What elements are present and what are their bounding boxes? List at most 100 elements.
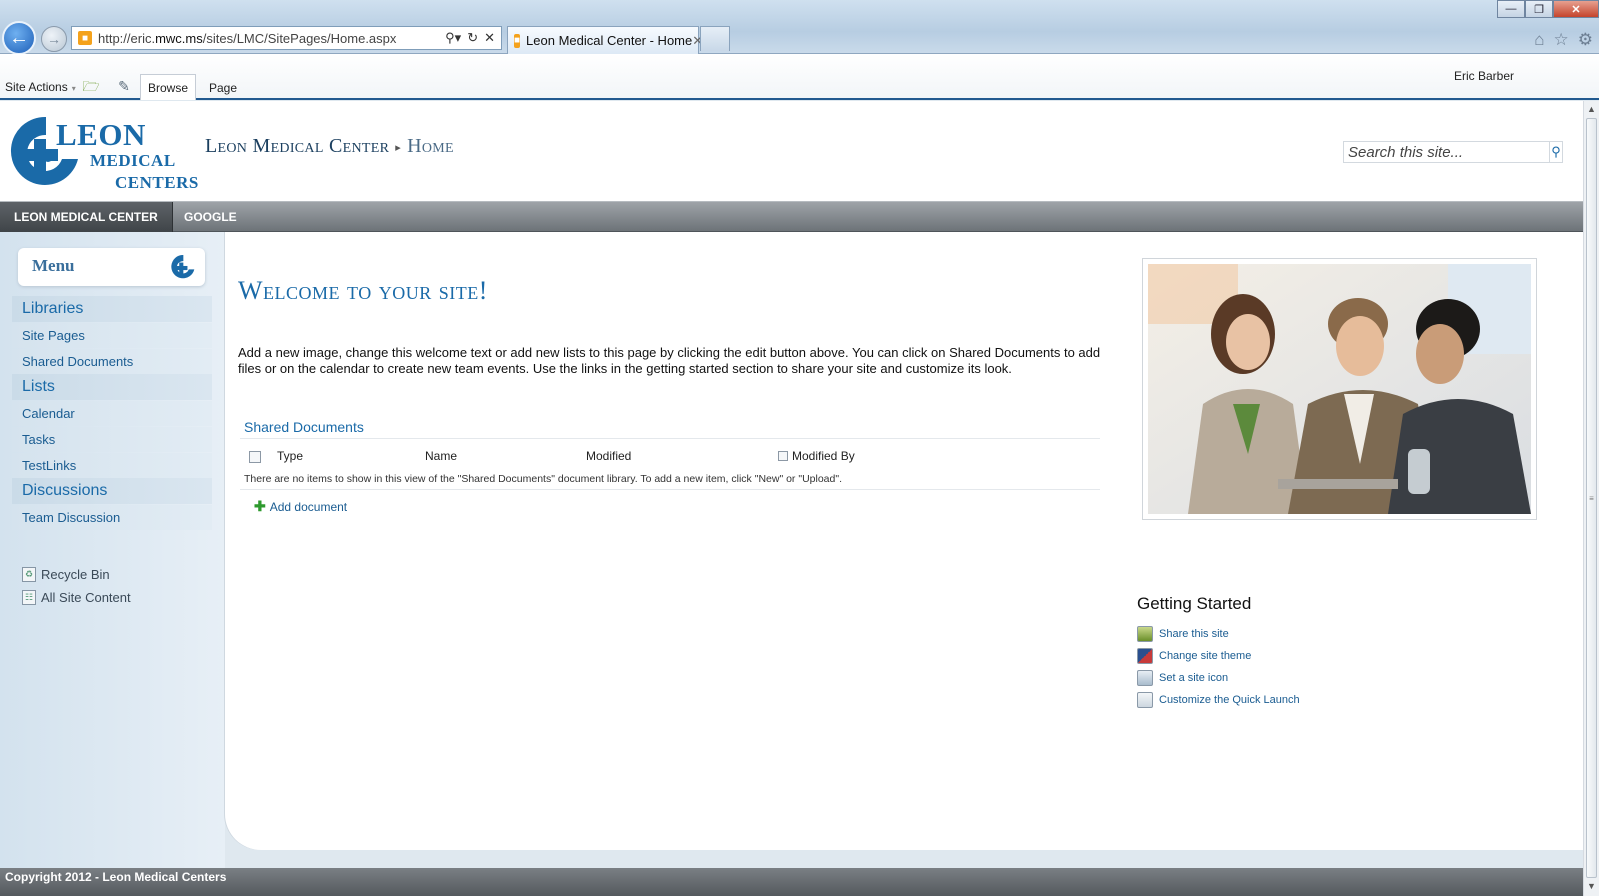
breadcrumb: Leon Medical Center ▸ Home — [205, 135, 454, 158]
menu-header: Menu — [18, 248, 205, 286]
topnav-leon-medical-center[interactable]: LEON MEDICAL CENTER — [0, 202, 173, 232]
nav-heading-lists[interactable]: Lists — [12, 374, 212, 400]
quick-launch-icon — [1137, 692, 1153, 708]
site-actions-label: Site Actions — [5, 80, 68, 94]
nav-heading-discussions[interactable]: Discussions — [12, 478, 212, 504]
medical-cross-mini-icon — [171, 254, 195, 279]
site-search: ⚲ — [1343, 141, 1563, 163]
share-site-icon — [1137, 626, 1153, 642]
page-scrollbar[interactable]: ▲ ≡ ▼ — [1583, 101, 1599, 896]
refresh-icon[interactable]: ↻ — [467, 30, 478, 46]
sharepoint-ribbon: Site Actions ▾ 🗁 ✎ Browse Page Eric Barbe… — [0, 54, 1599, 100]
restore-button[interactable]: ❐ — [1525, 0, 1553, 18]
minimize-button[interactable]: — — [1497, 0, 1525, 18]
scroll-down-icon[interactable]: ▼ — [1584, 878, 1599, 895]
site-content-icon: ☷ — [22, 590, 36, 605]
favorites-star-icon[interactable]: ☆ — [1554, 30, 1569, 50]
nav-link-team-discussion[interactable]: Team Discussion — [12, 505, 212, 530]
nav-link-testlinks[interactable]: TestLinks — [12, 453, 212, 478]
top-navigation: LEON MEDICAL CENTER GOOGLE — [0, 201, 1583, 232]
tab-favicon-icon: ■ — [514, 33, 521, 48]
set-site-icon-link[interactable]: Set a site icon — [1137, 667, 1437, 689]
user-menu[interactable]: Eric Barber — [1454, 69, 1514, 83]
change-theme-link[interactable]: Change site theme — [1137, 645, 1437, 667]
back-arrow-icon: ← — [9, 26, 29, 49]
tab-page[interactable]: Page — [209, 81, 237, 95]
url-host: mwc.ms — [155, 30, 203, 46]
site-image-frame — [1142, 258, 1537, 520]
address-bar[interactable]: ■ http://eric.mwc.ms/sites/LMC/SitePages… — [71, 26, 502, 50]
image-icon — [1137, 670, 1153, 686]
logo-word-centers: CENTERS — [115, 173, 199, 192]
site-logo[interactable]: LEON MEDICAL CENTERS — [10, 113, 200, 192]
select-all-checkbox[interactable] — [249, 451, 261, 463]
url-path: /sites/LMC/SitePages/Home.aspx — [202, 30, 397, 46]
documents-table-header: Type Name Modified Modified By — [240, 446, 1100, 468]
nav-heading-libraries[interactable]: Libraries — [12, 296, 212, 322]
recycle-bin-label: Recycle Bin — [41, 567, 110, 582]
dropdown-arrow-icon: ▾ — [71, 84, 76, 93]
browser-toolbar-icons: ⌂ ☆ ⚙ — [1534, 30, 1593, 50]
recycle-bin-link[interactable]: ♻ Recycle Bin — [22, 567, 110, 582]
nav-link-shared-documents[interactable]: Shared Documents — [12, 349, 212, 374]
add-document-label: Add document — [269, 499, 348, 514]
scroll-up-icon[interactable]: ▲ — [1584, 101, 1599, 118]
scroll-thumb[interactable]: ≡ — [1586, 118, 1597, 878]
navigate-up-icon[interactable]: 🗁 — [82, 78, 100, 94]
logo-word-leon: LEON — [56, 117, 146, 152]
topnav-google[interactable]: GOOGLE — [170, 202, 251, 232]
back-button[interactable]: ← — [2, 21, 36, 55]
nav-link-tasks[interactable]: Tasks — [12, 427, 212, 452]
site-actions-menu[interactable]: Site Actions ▾ — [5, 80, 76, 94]
change-theme-label: Change site theme — [1159, 650, 1252, 662]
nav-link-site-pages[interactable]: Site Pages — [12, 323, 212, 348]
close-window-button[interactable]: ✕ — [1553, 0, 1599, 18]
tab-browse[interactable]: Browse — [140, 74, 196, 100]
getting-started-webpart: Getting Started Share this site Change s… — [1137, 594, 1437, 711]
all-site-content-link[interactable]: ☷ All Site Content — [22, 590, 131, 605]
breadcrumb-separator-icon: ▸ — [395, 141, 402, 154]
column-name[interactable]: Name — [425, 449, 457, 463]
stop-icon[interactable]: ✕ — [484, 30, 495, 46]
divider — [240, 438, 1100, 439]
column-type[interactable]: Type — [277, 449, 303, 463]
search-icon[interactable]: ⚲ — [1549, 142, 1562, 162]
site-header: LEON MEDICAL CENTERS Leon Medical Center… — [0, 101, 1583, 201]
forward-button[interactable]: → — [41, 26, 67, 52]
nav-section-lists: Lists Calendar Tasks TestLinks — [12, 374, 212, 479]
breadcrumb-site-link[interactable]: Leon Medical Center — [205, 135, 389, 157]
breadcrumb-current: Home — [407, 135, 454, 157]
search-input[interactable] — [1344, 142, 1549, 162]
team-photo — [1148, 264, 1531, 514]
nav-link-calendar[interactable]: Calendar — [12, 401, 212, 426]
divider — [240, 489, 1100, 490]
customize-quick-launch-link[interactable]: Customize the Quick Launch — [1137, 689, 1437, 711]
main-content: Welcome to your site! Add a new image, c… — [225, 232, 1583, 850]
browser-tab[interactable]: ■ Leon Medical Center - Home ✕ — [507, 26, 703, 54]
welcome-text: Add a new image, change this welcome tex… — [238, 345, 1101, 376]
share-site-label: Share this site — [1159, 628, 1229, 640]
nav-section-discussions: Discussions Team Discussion — [12, 478, 212, 531]
copyright-text: Copyright 2012 - Leon Medical Centers — [5, 870, 227, 884]
tools-gear-icon[interactable]: ⚙ — [1578, 30, 1593, 50]
add-document-link[interactable]: ✚ Add document — [254, 498, 347, 515]
customize-quick-launch-label: Customize the Quick Launch — [1159, 694, 1300, 706]
url-prefix: http://eric. — [98, 30, 156, 46]
all-site-content-label: All Site Content — [41, 590, 131, 605]
add-plus-icon: ✚ — [254, 498, 266, 514]
quick-launch: Menu Libraries Site Pages Shared Documen… — [0, 232, 225, 868]
menu-title: Menu — [32, 256, 75, 275]
window-controls: — ❐ ✕ — [1497, 0, 1599, 18]
share-site-link[interactable]: Share this site — [1137, 623, 1437, 645]
column-modified-by[interactable]: Modified By — [792, 449, 855, 463]
site-footer: Copyright 2012 - Leon Medical Centers — [0, 868, 1583, 896]
new-tab-button[interactable] — [700, 26, 730, 51]
site-favicon-icon: ■ — [78, 31, 92, 45]
shared-documents-webpart-title[interactable]: Shared Documents — [244, 419, 364, 435]
column-modified[interactable]: Modified — [586, 449, 631, 463]
nav-section-libraries: Libraries Site Pages Shared Documents — [12, 296, 212, 375]
address-url[interactable]: http://eric.mwc.ms/sites/LMC/SitePages/H… — [98, 31, 445, 46]
home-icon[interactable]: ⌂ — [1534, 30, 1544, 50]
search-dropdown-icon[interactable]: ⚲▾ — [445, 30, 461, 46]
edit-page-icon[interactable]: ✎ — [115, 78, 133, 94]
